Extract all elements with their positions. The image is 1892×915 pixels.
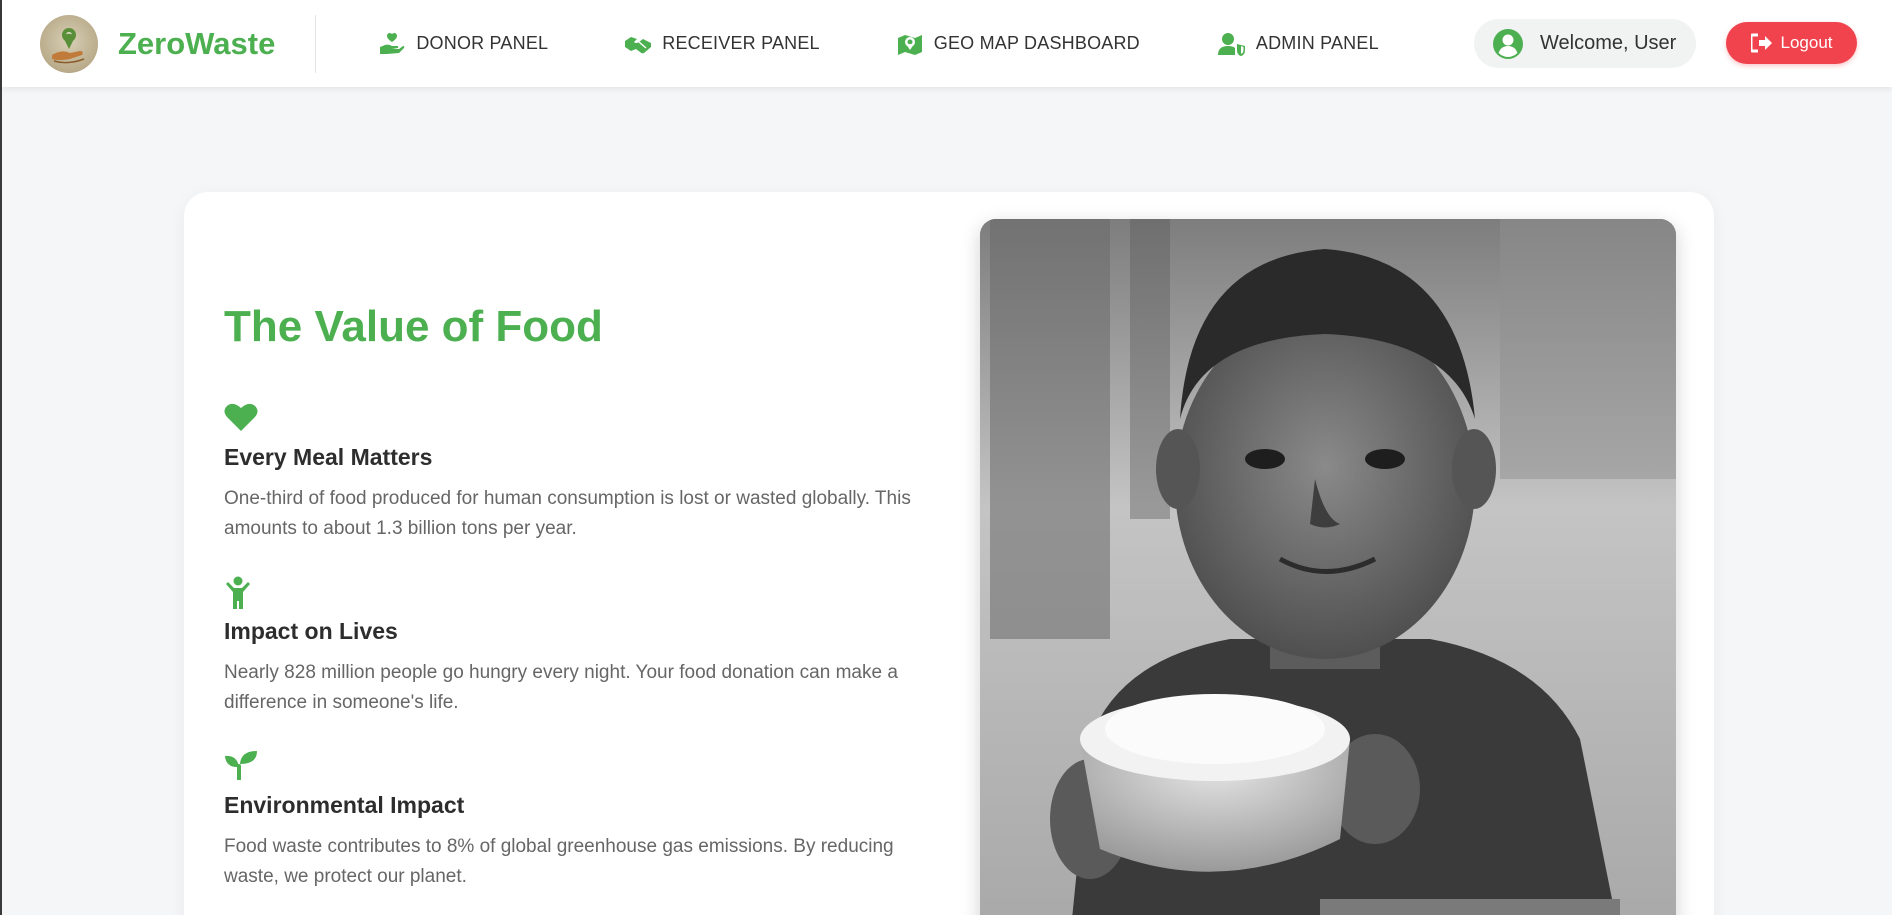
child-icon (224, 576, 260, 609)
feature-environmental-impact: Environmental Impact Food waste contribu… (224, 750, 944, 892)
hand-heart-icon (378, 30, 406, 58)
brand[interactable]: ZeroWaste (40, 14, 276, 73)
map-location-icon (896, 30, 924, 58)
nav-donor-panel[interactable]: DONOR PANEL (378, 30, 548, 58)
user-shield-icon (1217, 30, 1246, 58)
brand-name: ZeroWaste (118, 25, 276, 61)
child-holding-bowl-photo (980, 219, 1676, 915)
nav-label: ADMIN PANEL (1255, 33, 1379, 53)
feature-title: Impact on Lives (224, 618, 398, 644)
page-title: The Value of Food (224, 302, 603, 351)
photo-illustration (980, 219, 1676, 915)
logout-label: Logout (1780, 33, 1833, 52)
sign-out-icon (1749, 33, 1773, 53)
top-navbar: ZeroWaste DONOR PANEL RECEIVER PANEL GEO… (2, 0, 1892, 87)
feature-title: Every Meal Matters (224, 444, 433, 470)
location-pin-hand-icon (52, 27, 85, 63)
feature-impact-on-lives: Impact on Lives Nearly 828 million peopl… (224, 576, 944, 718)
handshake-icon (624, 30, 652, 58)
feature-every-meal-matters: Every Meal Matters One-third of food pro… (224, 402, 944, 544)
feature-text: Food waste contributes to 8% of global g… (224, 836, 894, 887)
nav-admin-panel[interactable]: ADMIN PANEL (1217, 30, 1379, 58)
feature-text: One-third of food produced for human con… (224, 488, 911, 539)
nav-links: DONOR PANEL RECEIVER PANEL GEO MAP DASHB… (378, 30, 1379, 58)
nav-geo-map-dashboard[interactable]: GEO MAP DASHBOARD (896, 30, 1140, 58)
value-of-food-card: The Value of Food Every Meal Matters One… (184, 192, 1714, 915)
nav-receiver-panel[interactable]: RECEIVER PANEL (624, 30, 820, 58)
seedling-icon (224, 750, 260, 782)
feature-title: Environmental Impact (224, 792, 465, 818)
user-circle-icon (1492, 28, 1524, 60)
nav-label: DONOR PANEL (416, 33, 549, 53)
nav-label: RECEIVER PANEL (662, 33, 820, 53)
nav-divider (315, 14, 317, 73)
logout-button[interactable]: Logout (1726, 22, 1857, 64)
feature-text: Nearly 828 million people go hungry ever… (224, 662, 898, 713)
brand-logo (40, 14, 98, 73)
welcome-text: Welcome, User (1540, 32, 1677, 54)
heart-icon (224, 402, 260, 434)
nav-label: GEO MAP DASHBOARD (933, 33, 1140, 53)
welcome-user-badge[interactable]: Welcome, User (1474, 19, 1696, 68)
